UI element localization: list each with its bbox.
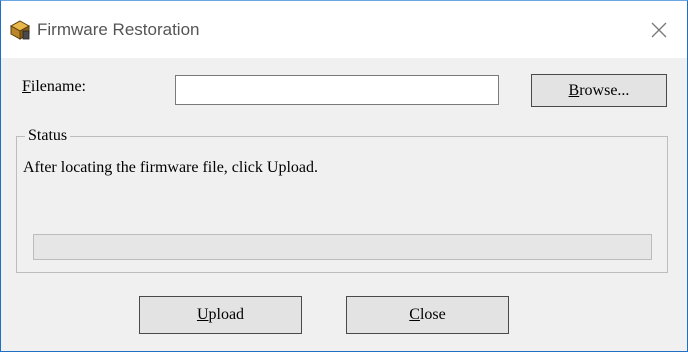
browse-button-mnemonic: B bbox=[568, 81, 580, 99]
close-button-mnemonic: C bbox=[409, 306, 420, 323]
close-window-button[interactable] bbox=[641, 15, 675, 45]
upload-progress-bar bbox=[33, 234, 652, 260]
status-message: After locating the firmware file, click … bbox=[23, 159, 318, 176]
filename-label-text: ilename: bbox=[30, 78, 86, 95]
browse-button[interactable]: Browse... bbox=[531, 74, 667, 107]
upload-button-label: pload bbox=[208, 306, 245, 323]
upload-button[interactable]: Upload bbox=[139, 296, 302, 334]
firmware-restoration-window: Firmware Restoration Filename: Browse...… bbox=[0, 0, 688, 352]
close-button[interactable]: Close bbox=[346, 296, 509, 334]
window-title: Firmware Restoration bbox=[37, 20, 200, 39]
browse-button-label: rowse... bbox=[579, 81, 630, 99]
status-legend: Status bbox=[25, 126, 71, 146]
cube-app-icon bbox=[9, 20, 31, 40]
filename-label: Filename: bbox=[22, 77, 86, 97]
close-button-label: lose bbox=[419, 306, 446, 323]
close-icon bbox=[651, 22, 667, 38]
title-bar[interactable]: Firmware Restoration bbox=[1, 1, 687, 58]
filename-label-mnemonic: F bbox=[22, 78, 31, 95]
filename-input[interactable] bbox=[175, 75, 499, 105]
upload-button-mnemonic: U bbox=[196, 306, 209, 323]
